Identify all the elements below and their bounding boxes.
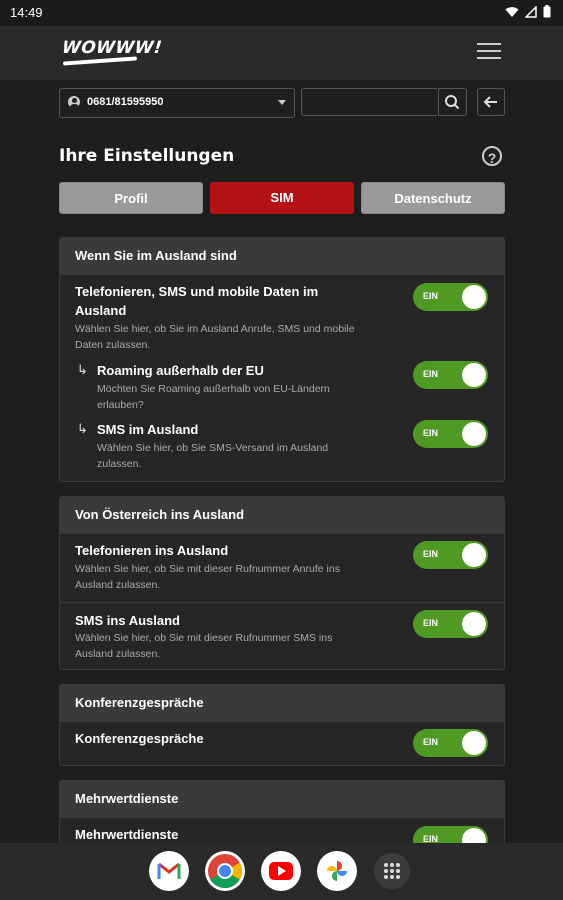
section-header: Wenn Sie im Ausland sind bbox=[60, 238, 504, 274]
setting-row: Mehrwertdienste EIN bbox=[60, 817, 504, 843]
settings-tabs: Profil SIM Datenschutz bbox=[59, 182, 505, 214]
clock: 14:49 bbox=[10, 5, 43, 20]
signal-icon bbox=[525, 5, 537, 18]
conference-toggle[interactable]: EIN bbox=[413, 729, 488, 757]
premium-services-toggle[interactable]: EIN bbox=[413, 826, 488, 843]
setting-description: Wählen Sie hier, ob Sie im Ausland Anruf… bbox=[75, 323, 355, 351]
top-controls: 0681/81595950 bbox=[59, 88, 505, 118]
toggle-label: EIN bbox=[423, 834, 439, 843]
phone-number: 0681/81595950 bbox=[87, 96, 164, 108]
setting-row: SMS ins Ausland Wählen Sie hier, ob Sie … bbox=[60, 602, 504, 669]
toggle-label: EIN bbox=[423, 428, 439, 438]
setting-row: ↳ Roaming außerhalb der EU Möchten Sie R… bbox=[60, 355, 504, 415]
section-header: Mehrwertdienste bbox=[60, 781, 504, 817]
search-input[interactable] bbox=[301, 88, 437, 116]
toggle-label: EIN bbox=[423, 291, 439, 301]
setting-title: Telefonieren ins Ausland bbox=[75, 543, 229, 558]
hamburger-icon[interactable] bbox=[477, 40, 501, 62]
setting-row: Telefonieren, SMS und mobile Daten im Au… bbox=[60, 274, 504, 355]
toggle-label: EIN bbox=[423, 737, 439, 747]
app-dock bbox=[0, 843, 563, 900]
app-header: WOWWW! bbox=[0, 26, 563, 80]
section-header: Konferenzgespräche bbox=[60, 685, 504, 721]
app-drawer-icon[interactable] bbox=[374, 853, 410, 889]
setting-title: SMS ins Ausland bbox=[75, 613, 180, 628]
setting-title: SMS im Ausland bbox=[97, 422, 199, 437]
section-to-abroad: Von Österreich ins Ausland Telefonieren … bbox=[59, 496, 505, 670]
setting-description: Möchten Sie Roaming außerhalb von EU-Län… bbox=[97, 383, 330, 411]
section-abroad: Wenn Sie im Ausland sind Telefonieren, S… bbox=[59, 237, 505, 482]
tab-profil[interactable]: Profil bbox=[59, 182, 203, 214]
setting-description: Wählen Sie hier, ob Sie mit dieser Rufnu… bbox=[75, 563, 340, 591]
tab-sim[interactable]: SIM bbox=[210, 182, 354, 214]
sms-abroad-toggle[interactable]: EIN bbox=[413, 420, 488, 448]
setting-title: Mehrwertdienste bbox=[75, 827, 179, 842]
wifi-icon bbox=[505, 6, 519, 17]
toggle-label: EIN bbox=[423, 549, 439, 559]
setting-row: Telefonieren ins Ausland Wählen Sie hier… bbox=[60, 533, 504, 602]
setting-description: Wählen Sie hier, ob Sie SMS-Versand im A… bbox=[97, 442, 329, 470]
section-conference: Konferenzgespräche Konferenzgespräche EI… bbox=[59, 684, 505, 766]
sub-arrow-icon: ↳ bbox=[77, 421, 88, 436]
setting-row: ↳ SMS im Ausland Wählen Sie hier, ob Sie… bbox=[60, 415, 504, 481]
sub-arrow-icon: ↳ bbox=[77, 362, 88, 377]
toggle-label: EIN bbox=[423, 369, 439, 379]
section-premium-services: Mehrwertdienste Mehrwertdienste EIN bbox=[59, 780, 505, 843]
setting-title: Telefonieren, SMS und mobile Daten im Au… bbox=[75, 284, 319, 318]
setting-title: Roaming außerhalb der EU bbox=[97, 363, 264, 378]
user-icon bbox=[68, 96, 80, 108]
photos-icon[interactable] bbox=[317, 851, 357, 891]
roaming-all-toggle[interactable]: EIN bbox=[413, 283, 488, 311]
back-button[interactable] bbox=[477, 88, 505, 116]
gmail-icon[interactable] bbox=[149, 851, 189, 891]
setting-row: Konferenzgespräche EIN bbox=[60, 721, 504, 765]
tab-datenschutz[interactable]: Datenschutz bbox=[361, 182, 505, 214]
chrome-icon[interactable] bbox=[205, 851, 245, 891]
section-header: Von Österreich ins Ausland bbox=[60, 497, 504, 533]
status-bar: 14:49 bbox=[0, 0, 563, 26]
caret-down-icon bbox=[278, 100, 286, 105]
help-icon[interactable]: ? bbox=[482, 146, 502, 166]
arrow-left-icon bbox=[483, 96, 497, 108]
battery-icon bbox=[543, 5, 551, 18]
youtube-icon[interactable] bbox=[261, 851, 301, 891]
setting-title: Konferenzgespräche bbox=[75, 731, 204, 746]
wowww-logo[interactable]: WOWWW! bbox=[61, 38, 163, 58]
toggle-label: EIN bbox=[423, 618, 439, 628]
calls-abroad-toggle[interactable]: EIN bbox=[413, 541, 488, 569]
main-content: 0681/81595950 Ihre Einstellungen ? Profi… bbox=[0, 80, 563, 843]
phone-number-select[interactable]: 0681/81595950 bbox=[59, 88, 295, 118]
search-button[interactable] bbox=[438, 88, 467, 116]
page-title: Ihre Einstellungen bbox=[59, 146, 235, 166]
sms-to-abroad-toggle[interactable]: EIN bbox=[413, 610, 488, 638]
roaming-non-eu-toggle[interactable]: EIN bbox=[413, 361, 488, 389]
setting-description: Wählen Sie hier, ob Sie mit dieser Rufnu… bbox=[75, 632, 333, 660]
search-icon bbox=[445, 95, 460, 110]
